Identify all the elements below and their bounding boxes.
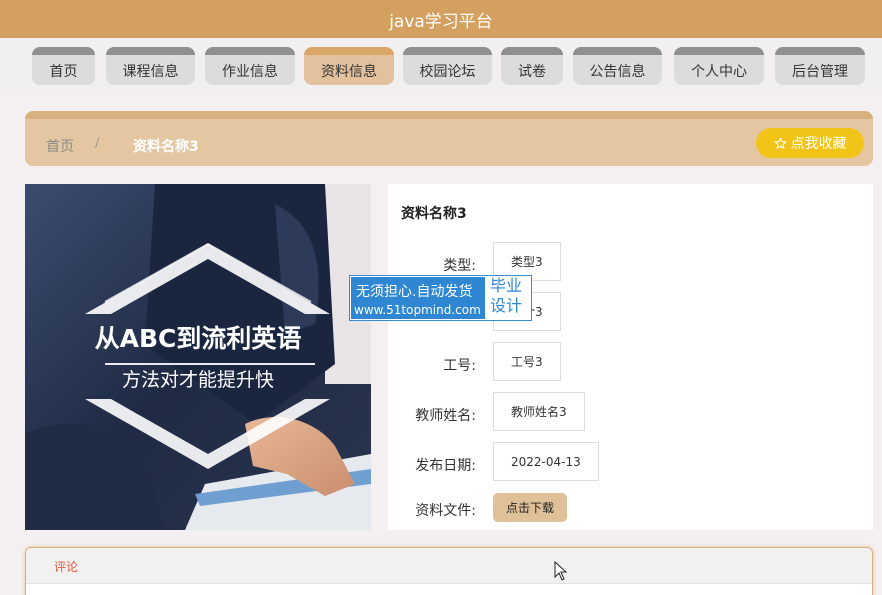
breadcrumb-current: 资料名称3	[133, 139, 199, 155]
watermark-line-2: www.51topmind.com	[354, 303, 481, 317]
comment-section: 评论	[25, 547, 873, 595]
file-label: 资料文件:	[415, 503, 476, 519]
watermark-badge: 无须担心.自动发货 www.51topmind.com	[351, 277, 485, 319]
breadcrumb-home-link[interactable]: 首页	[46, 136, 74, 156]
nav-item-home[interactable]: 首页	[32, 47, 95, 85]
staff-id-value: 工号3	[493, 342, 561, 381]
material-detail-panel: 资料名称3 类型: 类型3 简介: 简介3 工号: 工号3 教师姓名: 教师姓名…	[388, 184, 873, 530]
nav-item-forum[interactable]: 校园论坛	[403, 47, 492, 85]
top-header: java学习平台	[0, 0, 882, 38]
breadcrumb-separator: /	[95, 136, 100, 151]
favorite-button[interactable]: 点我收藏	[756, 128, 864, 158]
nav-item-notices[interactable]: 公告信息	[573, 47, 662, 85]
nav-item-admin[interactable]: 后台管理	[775, 47, 865, 85]
nav-item-exams[interactable]: 试卷	[501, 47, 563, 85]
mouse-pointer-icon	[554, 561, 568, 581]
favorite-label: 点我收藏	[790, 136, 847, 152]
teacher-name-label: 教师姓名:	[415, 408, 476, 424]
cover-line-1: 从ABC到流利英语	[95, 324, 302, 353]
teacher-name-value: 教师姓名3	[493, 392, 585, 431]
staff-id-label: 工号:	[443, 358, 476, 374]
star-outline-icon	[774, 137, 786, 149]
material-title: 资料名称3	[401, 206, 467, 222]
watermark-side-text: 毕业设计	[490, 276, 523, 315]
main-nav: 首页 课程信息 作业信息 资料信息 校园论坛 试卷 公告信息 个人中心 后台管理	[0, 38, 882, 94]
breadcrumb: 首页 / 资料名称3 点我收藏	[25, 111, 873, 166]
watermark-overlay: 无须担心.自动发货 www.51topmind.com 毕业设计	[349, 275, 532, 321]
watermark-line-1: 无须担心.自动发货	[356, 284, 473, 300]
download-button[interactable]: 点击下载	[493, 493, 567, 522]
nav-item-materials[interactable]: 资料信息	[304, 47, 394, 85]
nav-item-homework[interactable]: 作业信息	[205, 47, 295, 85]
nav-item-profile[interactable]: 个人中心	[674, 47, 764, 85]
material-cover-image: 从ABC到流利英语 方法对才能提升快	[25, 184, 371, 530]
type-label: 类型:	[443, 258, 476, 274]
comment-header: 评论	[26, 548, 872, 584]
tab-comments[interactable]: 评论	[54, 558, 78, 575]
cover-line-2: 方法对才能提升快	[122, 369, 274, 391]
publish-date-value: 2022-04-13	[493, 442, 599, 481]
nav-item-courses[interactable]: 课程信息	[106, 47, 195, 85]
publish-date-label: 发布日期:	[415, 458, 476, 474]
site-title: java学习平台	[389, 11, 493, 32]
